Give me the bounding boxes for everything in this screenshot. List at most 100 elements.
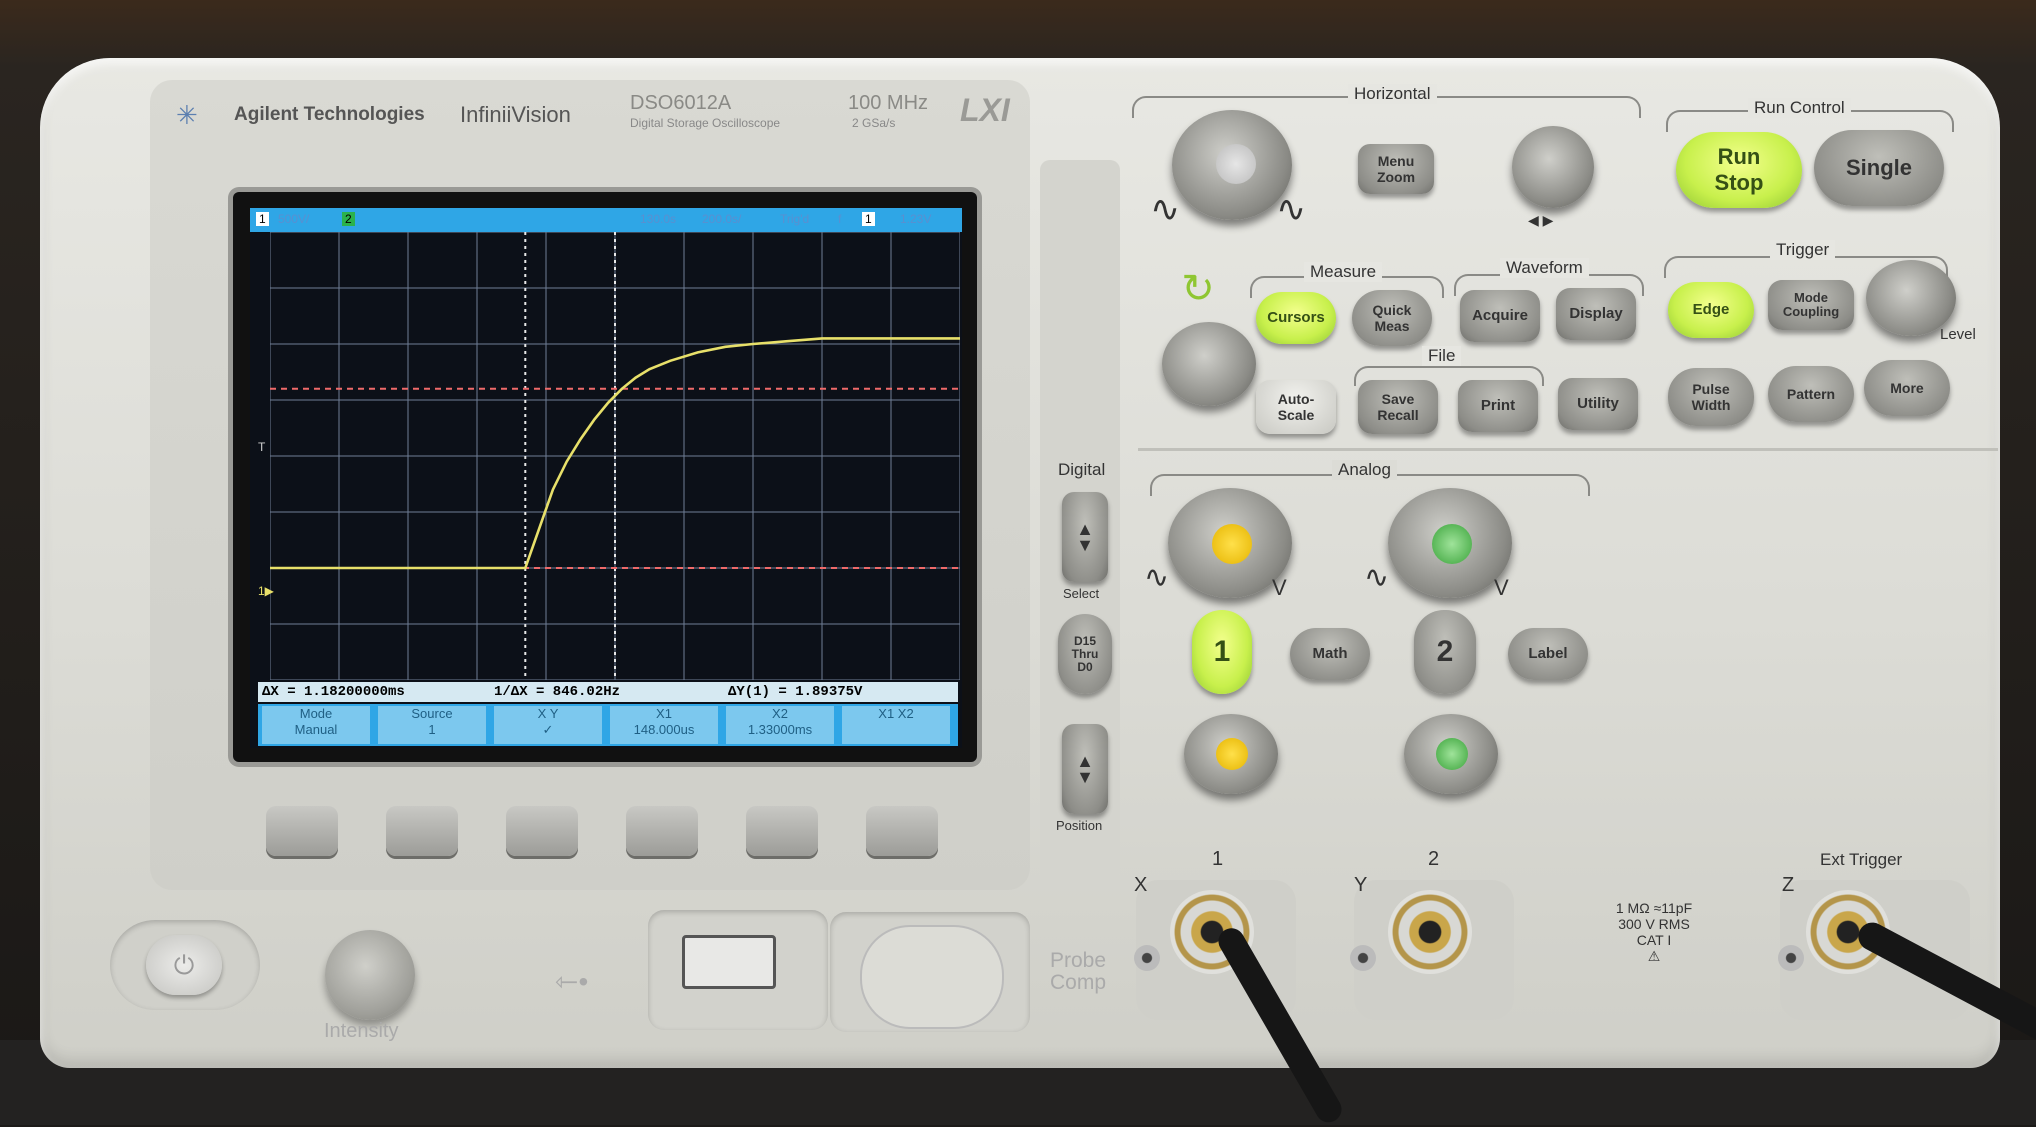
trigger-state: Trig'd	[780, 212, 809, 226]
agilent-spark-logo: ✳	[176, 100, 198, 131]
utility-button[interactable]: Utility	[1558, 378, 1638, 430]
mode-coupling-line1: Mode	[1794, 291, 1828, 305]
ext-ground-screw	[1778, 945, 1804, 971]
wave-icon-right: ∿	[1276, 188, 1306, 230]
softkey-button-3[interactable]	[506, 806, 578, 856]
entry-knob[interactable]	[1162, 322, 1256, 406]
probe-comp-label-line2: Comp	[1050, 972, 1106, 994]
softkey-mode-value: Manual	[262, 722, 370, 738]
delay-value: 130.0s	[640, 212, 676, 226]
save-recall-button[interactable]: SaveRecall	[1358, 380, 1438, 434]
pattern-button[interactable]: Pattern	[1768, 366, 1854, 422]
ch1-position-knob[interactable]	[1184, 714, 1278, 794]
ch2-position-knob[interactable]	[1404, 714, 1498, 794]
digital-position-rocker[interactable]: ▲▼	[1062, 724, 1108, 814]
single-button[interactable]: Single	[1814, 130, 1944, 206]
pulse-width-line2: Width	[1692, 397, 1731, 413]
display-button[interactable]: Display	[1556, 288, 1636, 340]
run-control-label: Run Control	[1748, 98, 1851, 118]
softkey-x1[interactable]: X1148.000us	[610, 706, 718, 744]
input-x-label: X	[1134, 874, 1147, 897]
menu-zoom-button[interactable]: MenuZoom	[1358, 144, 1434, 194]
mode-coupling-line2: Coupling	[1783, 305, 1839, 319]
ch1-wave-icon-left: ∿	[1144, 560, 1169, 595]
softkey-x1-value: 148.000us	[610, 722, 718, 738]
horizontal-scale-knob[interactable]	[1172, 110, 1292, 220]
softkey-source[interactable]: Source1	[378, 706, 486, 744]
inverse-delta-x-readout: 1/ΔX = 846.02Hz	[494, 684, 620, 700]
softkey-button-5[interactable]	[746, 806, 818, 856]
softkey-button-2[interactable]	[386, 806, 458, 856]
d15-d0-button[interactable]: D15ThruD0	[1058, 614, 1112, 694]
trigger-level-knob[interactable]	[1866, 260, 1956, 336]
probe-comp-terminal[interactable]	[860, 925, 1004, 1029]
softkey-button-1[interactable]	[266, 806, 338, 856]
run-stop-line1: Run	[1718, 144, 1761, 170]
edge-button[interactable]: Edge	[1668, 282, 1754, 338]
softkey-mode[interactable]: ModeManual	[262, 706, 370, 744]
waveform-plot	[270, 232, 960, 680]
usb-port[interactable]	[682, 935, 776, 989]
more-button[interactable]: More	[1864, 360, 1950, 416]
pulse-width-line1: Pulse	[1692, 381, 1729, 397]
quick-meas-button[interactable]: QuickMeas	[1352, 290, 1432, 346]
softkey-x1x2[interactable]: X1 X2	[842, 706, 950, 744]
measurement-bar: ΔX = 1.18200000ms 1/ΔX = 846.02Hz ΔY(1) …	[258, 682, 958, 702]
refresh-icon: ↻	[1168, 266, 1228, 314]
menu-zoom-line2: Zoom	[1377, 169, 1415, 185]
ch2-button[interactable]: 2	[1414, 610, 1476, 694]
softkey-x1x2-title: X1 X2	[842, 706, 950, 722]
probe-comp-label: ProbeComp	[1050, 950, 1106, 994]
softkey-x2-value: 1.33000ms	[726, 722, 834, 738]
ch2-ground-screw	[1350, 945, 1376, 971]
digital-position-label: Position	[1056, 818, 1102, 833]
math-button[interactable]: Math	[1290, 628, 1370, 680]
softkey-x1-title: X1	[610, 706, 718, 722]
input-rating-voltage: 300 V RMS	[1604, 916, 1704, 932]
softkey-button-4[interactable]	[626, 806, 698, 856]
softkey-x2-title: X2	[726, 706, 834, 722]
ch2-marker: 2	[342, 212, 355, 226]
auto-scale-line1: Auto-	[1278, 391, 1315, 407]
trigger-level: 1.23V	[900, 212, 931, 226]
softkey-mode-title: Mode	[262, 706, 370, 722]
quick-meas-line1: Quick	[1373, 302, 1412, 318]
brand-series: InfiniiVision	[460, 102, 571, 128]
ch1-ground-screw	[1134, 945, 1160, 971]
pulse-width-button[interactable]: PulseWidth	[1668, 368, 1754, 426]
ch1-marker: 1	[256, 212, 269, 226]
ch1-scale: 500V/	[278, 212, 309, 226]
input-ch1-label: 1	[1212, 848, 1223, 871]
softkey-menu: ModeManual Source1 X Y✓ X1148.000us X21.…	[258, 704, 958, 746]
softkey-xy[interactable]: X Y✓	[494, 706, 602, 744]
auto-scale-button[interactable]: Auto-Scale	[1256, 380, 1336, 434]
print-button[interactable]: Print	[1458, 380, 1538, 432]
ch2-bnc-connector[interactable]	[1388, 890, 1472, 974]
probe-comp-label-line1: Probe	[1050, 950, 1106, 972]
brand-sample-rate: 2 GSa/s	[852, 116, 895, 130]
save-recall-line2: Recall	[1377, 407, 1418, 423]
acquire-button[interactable]: Acquire	[1460, 290, 1540, 342]
softkey-button-6[interactable]	[866, 806, 938, 856]
run-stop-button[interactable]: RunStop	[1676, 132, 1802, 208]
label-button[interactable]: Label	[1508, 628, 1588, 680]
trigger-label: Trigger	[1770, 240, 1835, 260]
menu-zoom-line1: Menu	[1378, 153, 1415, 169]
digital-label: Digital	[1058, 460, 1105, 480]
save-recall-line1: Save	[1382, 391, 1415, 407]
digital-select-rocker[interactable]: ▲▼	[1062, 492, 1108, 582]
quick-meas-line2: Meas	[1374, 318, 1409, 334]
mode-coupling-button[interactable]: ModeCoupling	[1768, 280, 1854, 330]
auto-scale-line2: Scale	[1278, 407, 1315, 423]
brand-model-subtitle: Digital Storage Oscilloscope	[630, 116, 780, 130]
horizontal-position-knob[interactable]	[1512, 126, 1594, 208]
softkey-source-title: Source	[378, 706, 486, 722]
intensity-knob[interactable]	[325, 930, 415, 1020]
cursors-button[interactable]: Cursors	[1256, 292, 1336, 344]
delta-x-readout: ΔX = 1.18200000ms	[262, 684, 405, 700]
power-button[interactable]: ⏻	[146, 935, 222, 995]
input-ch2-label: 2	[1428, 848, 1439, 871]
ch1-button[interactable]: 1	[1192, 610, 1252, 694]
ext-trigger-label: Ext Trigger	[1820, 850, 1902, 870]
softkey-x2[interactable]: X21.33000ms	[726, 706, 834, 744]
